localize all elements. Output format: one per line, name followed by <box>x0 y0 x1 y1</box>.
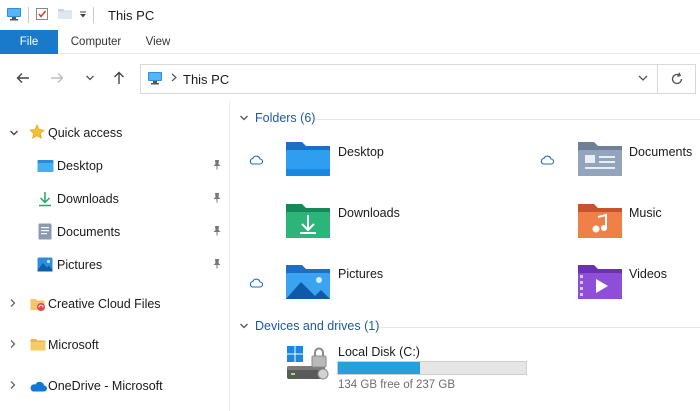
folder-name[interactable]: Videos <box>629 267 667 281</box>
quick-access-toolbar <box>6 7 100 24</box>
folder-tile-pictures[interactable] <box>285 262 331 303</box>
folder-name[interactable]: Documents <box>629 145 692 159</box>
folder-icon <box>30 338 46 354</box>
pictures-folder-icon <box>286 265 330 299</box>
chevron-right-icon[interactable] <box>9 297 17 311</box>
breadcrumb-separator-icon[interactable] <box>171 73 177 85</box>
folder-tile-desktop[interactable] <box>285 139 331 180</box>
cloud-icon <box>540 154 555 168</box>
sidebar-item-desktop[interactable]: Desktop <box>0 153 228 179</box>
folder-name[interactable]: Desktop <box>338 145 384 159</box>
forward-button[interactable] <box>46 67 68 89</box>
sidebar-item-pictures[interactable]: Pictures <box>0 252 228 278</box>
sidebar-item-label: Quick access <box>48 126 123 140</box>
navigation-pane: Quick access Desktop Downloads Documents <box>0 101 230 411</box>
sidebar-item-label: Downloads <box>57 192 119 206</box>
pin-icon <box>212 225 222 239</box>
desktop-folder-icon <box>37 159 54 176</box>
folder-name[interactable]: Pictures <box>338 267 383 281</box>
up-button[interactable] <box>108 67 130 89</box>
folder-name[interactable]: Downloads <box>338 206 400 220</box>
content-pane: Folders (6) Desktop Documents Downloads … <box>231 101 700 411</box>
title-bar: This PC <box>0 0 700 30</box>
videos-folder-icon <box>578 265 622 299</box>
back-button[interactable] <box>12 67 34 89</box>
documents-icon <box>38 223 52 243</box>
cloud-icon <box>249 277 264 291</box>
sidebar-item-label: Creative Cloud Files <box>48 297 161 311</box>
properties-icon[interactable] <box>35 7 49 24</box>
refresh-icon <box>671 72 682 85</box>
tab-computer[interactable]: Computer <box>62 30 130 54</box>
navigation-bar: This PC <box>0 55 700 101</box>
cloud-icon <box>249 154 264 168</box>
pictures-icon <box>37 257 53 275</box>
desktop-folder-icon <box>286 142 330 176</box>
folder-name[interactable]: Music <box>629 206 662 220</box>
pin-icon <box>212 159 222 173</box>
chevron-down-icon <box>86 75 94 81</box>
folder-tile-videos[interactable] <box>577 262 623 303</box>
star-icon <box>29 124 45 143</box>
sidebar-item-microsoft[interactable]: Microsoft <box>0 332 228 358</box>
breadcrumb-this-pc[interactable]: This PC <box>183 72 229 87</box>
ribbon-tabs: File Computer View <box>0 30 700 54</box>
chevron-down-icon[interactable] <box>9 126 19 140</box>
downloads-folder-icon <box>286 204 330 238</box>
group-header-label: Devices and drives (1) <box>255 319 380 333</box>
pin-icon <box>212 258 222 272</box>
sidebar-item-quick-access[interactable]: Quick access <box>0 120 228 146</box>
folder-tile-music[interactable] <box>577 201 623 242</box>
sidebar-item-label: Desktop <box>57 159 103 173</box>
devices-group-header[interactable]: Devices and drives (1) <box>239 319 379 333</box>
sidebar-item-label: Microsoft <box>48 338 99 352</box>
onedrive-icon <box>29 381 47 395</box>
this-pc-icon <box>6 7 22 24</box>
folder-tile-documents[interactable] <box>577 139 623 180</box>
sidebar-item-label: Documents <box>57 225 121 239</box>
chevron-down-icon[interactable] <box>239 111 249 125</box>
group-header-label: Folders (6) <box>255 111 316 125</box>
drive-usage-bar <box>337 361 527 375</box>
music-folder-icon <box>578 204 622 238</box>
drive-tile-local-disk-c[interactable] <box>285 344 333 385</box>
sidebar-item-documents[interactable]: Documents <box>0 219 228 245</box>
pin-icon <box>212 192 222 206</box>
sidebar-item-downloads[interactable]: Downloads <box>0 186 228 212</box>
downloads-icon <box>37 191 53 210</box>
drive-free-space: 134 GB free of 237 GB <box>338 379 455 391</box>
drive-icon <box>287 346 329 380</box>
new-folder-icon[interactable] <box>57 7 73 23</box>
chevron-right-icon[interactable] <box>9 338 17 352</box>
drive-name[interactable]: Local Disk (C:) <box>338 345 420 359</box>
tab-view[interactable]: View <box>136 30 180 54</box>
sidebar-item-label: Pictures <box>57 258 103 272</box>
arrow-right-icon <box>51 73 64 83</box>
chevron-right-icon[interactable] <box>9 379 17 393</box>
address-bar[interactable]: This PC <box>140 64 658 94</box>
address-dropdown-icon[interactable] <box>637 72 649 87</box>
folder-tile-downloads[interactable] <box>285 201 331 242</box>
recent-locations-button[interactable] <box>79 67 101 89</box>
group-divider <box>315 119 700 120</box>
tab-file[interactable]: File <box>0 30 58 54</box>
sidebar-item-onedrive[interactable]: OneDrive - Microsoft <box>0 373 228 399</box>
folders-group-header[interactable]: Folders (6) <box>239 111 315 125</box>
window-title: This PC <box>108 7 155 23</box>
refresh-button[interactable] <box>658 64 696 94</box>
sidebar-item-creative-cloud-files[interactable]: Creative Cloud Files <box>0 291 228 317</box>
this-pc-icon <box>147 71 163 88</box>
arrow-left-icon <box>16 73 29 83</box>
drive-usage-fill <box>338 362 420 374</box>
group-divider <box>379 327 700 328</box>
documents-folder-icon <box>578 142 622 176</box>
sidebar-item-label: OneDrive - Microsoft <box>48 379 163 393</box>
creative-cloud-icon <box>30 296 47 315</box>
arrow-up-icon <box>114 71 124 84</box>
chevron-down-icon[interactable] <box>239 319 249 333</box>
customize-toolbar-icon[interactable] <box>79 8 87 22</box>
